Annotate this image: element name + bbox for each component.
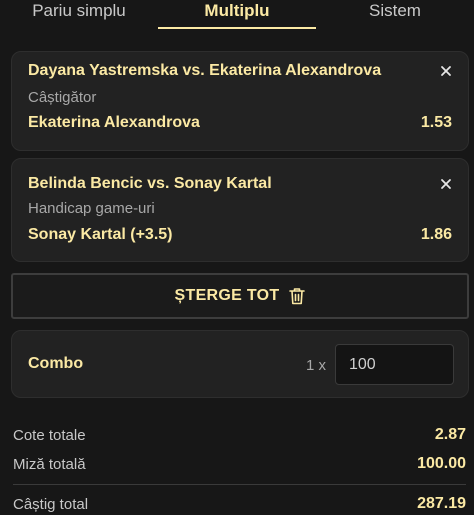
- total-win-value: 287.19: [417, 495, 466, 512]
- selection-odds: 1.53: [420, 114, 452, 131]
- clear-all-button[interactable]: ȘTERGE TOT: [11, 273, 469, 319]
- selection-pick: Ekaterina Alexandrova: [28, 114, 200, 131]
- selection-odds: 1.86: [420, 226, 452, 243]
- selection-match: Belinda Bencic vs. Sonay Kartal: [28, 175, 272, 192]
- total-win-label: Câștig total: [13, 495, 89, 513]
- total-odds-row: Cote totale 2.87: [13, 425, 466, 445]
- selection-match: Dayana Yastremska vs. Ekaterina Alexandr…: [28, 62, 382, 79]
- tab-sistem[interactable]: Sistem: [316, 0, 474, 30]
- selection-pick: Sonay Kartal (+3.5): [28, 226, 173, 243]
- stake-input[interactable]: [335, 344, 454, 385]
- bet-type-tabs: Pariu simplu Multiplu Sistem: [0, 0, 474, 30]
- total-odds-value: 2.87: [434, 426, 466, 443]
- selection-market: Handicap game-uri: [28, 200, 155, 217]
- trash-icon: [289, 288, 306, 305]
- total-stake-label: Miză totală: [13, 455, 86, 473]
- close-icon[interactable]: [438, 176, 454, 192]
- total-stake-row: Miză totală 100.00: [13, 454, 466, 474]
- tab-multiplu[interactable]: Multiplu: [158, 0, 316, 30]
- total-stake-value: 100.00: [417, 455, 466, 472]
- selection-card: Dayana Yastremska vs. Ekaterina Alexandr…: [11, 51, 469, 151]
- close-icon[interactable]: [438, 63, 454, 79]
- tab-pariu-simplu[interactable]: Pariu simplu: [0, 0, 158, 30]
- selection-market: Câștigător: [28, 89, 97, 106]
- clear-all-label: ȘTERGE TOT: [174, 287, 280, 304]
- summary-divider: [13, 484, 466, 485]
- combo-label: Combo: [28, 355, 84, 372]
- combo-multiplier: 1 x: [306, 357, 327, 374]
- total-odds-label: Cote totale: [13, 426, 86, 444]
- combo-stake-row: Combo 1 x: [11, 330, 469, 398]
- selection-card: Belinda Bencic vs. Sonay Kartal Handicap…: [11, 158, 469, 262]
- total-win-row: Câștig total 287.19: [13, 494, 466, 514]
